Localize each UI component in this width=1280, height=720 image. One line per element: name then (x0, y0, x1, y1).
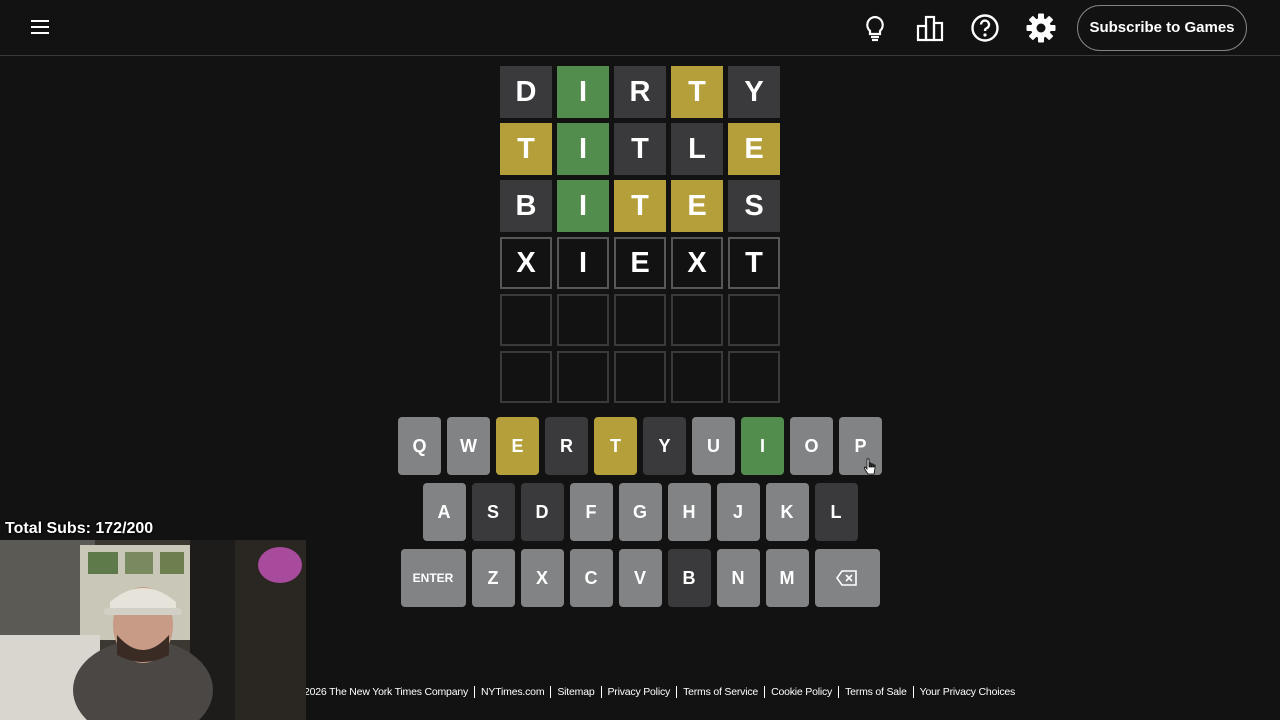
footer-link[interactable]: Cookie Policy (771, 686, 832, 698)
subscribe-button[interactable]: Subscribe to Games (1077, 5, 1247, 51)
backspace-icon (836, 570, 857, 586)
letter-tile: I (557, 180, 609, 232)
footer-link[interactable]: Privacy Policy (608, 686, 671, 698)
letter-tile: Y (728, 66, 780, 118)
key-q[interactable]: Q (398, 417, 441, 475)
letter-tile (500, 294, 552, 346)
letter-tile: S (728, 180, 780, 232)
letter-tile: E (728, 123, 780, 175)
key-j[interactable]: J (716, 483, 760, 541)
footer-divider (764, 686, 766, 698)
mouse-cursor-icon (864, 458, 876, 475)
letter-tile (614, 294, 666, 346)
key-f[interactable]: F (569, 483, 613, 541)
letter-tile (614, 351, 666, 403)
letter-tile: E (671, 180, 723, 232)
letter-tile: R (614, 66, 666, 118)
key-d[interactable]: D (520, 483, 564, 541)
webcam-overlay (0, 540, 306, 720)
footer-link[interactable]: Your Privacy Choices (920, 686, 1016, 698)
key-n[interactable]: N (716, 549, 760, 607)
leaderboard-icon[interactable] (914, 12, 946, 44)
key-z[interactable]: Z (471, 549, 515, 607)
on-screen-keyboard: Q W E R T Y U I O P A S D F G H J K L ENTER Z X C V B N M (398, 417, 882, 615)
game-board: DIRTYTITLEBITESXIEXT (500, 66, 782, 408)
footer-link[interactable]: Sitemap (557, 686, 594, 698)
key-a[interactable]: A (422, 483, 466, 541)
key-t[interactable]: T (594, 417, 637, 475)
footer-divider (838, 686, 840, 698)
letter-tile: E (614, 237, 666, 289)
board-row: TITLE (500, 123, 782, 175)
footer-divider (550, 686, 552, 698)
key-g[interactable]: G (618, 483, 662, 541)
top-bar: Subscribe to Games (0, 0, 1280, 56)
key-k[interactable]: K (765, 483, 809, 541)
key-w[interactable]: W (447, 417, 490, 475)
key-o[interactable]: O (790, 417, 833, 475)
key-i[interactable]: I (741, 417, 784, 475)
letter-tile (671, 294, 723, 346)
key-c[interactable]: C (569, 549, 613, 607)
footer-link[interactable]: NYTimes.com (481, 686, 545, 698)
letter-tile: D (500, 66, 552, 118)
lightbulb-icon[interactable] (859, 12, 891, 44)
letter-tile: L (671, 123, 723, 175)
keyboard-row: QWERTYUIOP (398, 417, 882, 475)
key-b[interactable]: B (667, 549, 711, 607)
key-h[interactable]: H (667, 483, 711, 541)
footer-link[interactable]: Terms of Sale (845, 686, 907, 698)
settings-icon[interactable] (1025, 12, 1057, 44)
letter-tile: T (728, 237, 780, 289)
letter-tile: I (557, 123, 609, 175)
footer-divider (676, 686, 678, 698)
board-row (500, 351, 782, 403)
key-l[interactable]: L (814, 483, 858, 541)
hamburger-menu-icon[interactable] (27, 16, 53, 40)
letter-tile: B (500, 180, 552, 232)
board-row (500, 294, 782, 346)
board-row: DIRTY (500, 66, 782, 118)
letter-tile: T (500, 123, 552, 175)
key-m[interactable]: M (765, 549, 809, 607)
enter-key[interactable]: ENTER (400, 549, 466, 607)
keyboard-row: ENTER Z X C V B N M (398, 549, 882, 607)
letter-tile (557, 351, 609, 403)
key-x[interactable]: X (520, 549, 564, 607)
footer-divider (600, 686, 602, 698)
key-y[interactable]: Y (643, 417, 686, 475)
key-r[interactable]: R (545, 417, 588, 475)
letter-tile (728, 351, 780, 403)
letter-tile (500, 351, 552, 403)
footer-divider (474, 686, 476, 698)
board-row: XIEXT (500, 237, 782, 289)
letter-tile (557, 294, 609, 346)
letter-tile: T (671, 66, 723, 118)
letter-tile: I (557, 237, 609, 289)
key-u[interactable]: U (692, 417, 735, 475)
letter-tile: T (614, 123, 666, 175)
keyboard-row: ASDFGHJKL (398, 483, 882, 541)
sub-goal-counter: Total Subs: 172/200 (5, 520, 154, 537)
letter-tile (728, 294, 780, 346)
footer-links: 2026 The New York Times Company NYTimes.c… (304, 685, 1015, 699)
board-row: BITES (500, 180, 782, 232)
key-v[interactable]: V (618, 549, 662, 607)
key-e[interactable]: E (496, 417, 539, 475)
key-s[interactable]: S (471, 483, 515, 541)
footer-link[interactable]: Terms of Service (683, 686, 758, 698)
letter-tile: X (671, 237, 723, 289)
letter-tile: I (557, 66, 609, 118)
letter-tile: T (614, 180, 666, 232)
letter-tile (671, 351, 723, 403)
backspace-key[interactable] (814, 549, 880, 607)
copyright-text: 2026 The New York Times Company (304, 686, 469, 698)
letter-tile: X (500, 237, 552, 289)
help-icon[interactable] (969, 12, 1001, 44)
footer-divider (912, 686, 914, 698)
